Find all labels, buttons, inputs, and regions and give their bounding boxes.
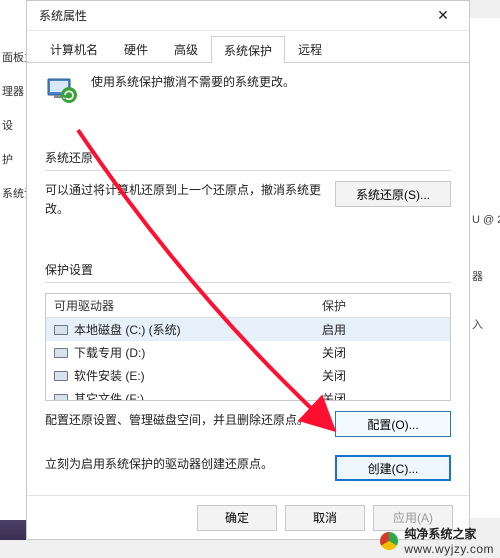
create-description: 立刻为启用系统保护的驱动器创建还原点。: [45, 455, 325, 474]
tab-hardware[interactable]: 硬件: [111, 35, 161, 62]
system-properties-dialog: 系统属性 ✕ 计算机名 硬件 高级 系统保护 远程 使用系统保护撤消不需要的系统…: [26, 0, 470, 540]
drive-icon: [54, 394, 68, 402]
watermark: 纯净系统之家 www.wyjzy.com: [380, 525, 494, 556]
drive-icon: [54, 325, 68, 335]
system-restore-button[interactable]: 系统还原(S)...: [335, 181, 451, 207]
watermark-url: www.wyjzy.com: [404, 542, 494, 556]
drive-icon: [54, 348, 68, 358]
tab-computer-name[interactable]: 计算机名: [37, 35, 111, 62]
intro-text: 使用系统保护撤消不需要的系统更改。: [91, 73, 295, 90]
restore-description: 可以通过将计算机还原到上一个还原点，撤消系统更改。: [45, 181, 325, 219]
tab-bar: 计算机名 硬件 高级 系统保护 远程: [27, 31, 469, 63]
tab-advanced[interactable]: 高级: [161, 35, 211, 62]
drive-row[interactable]: 软件安装 (E:) 关闭: [46, 364, 450, 387]
drive-list-header: 可用驱动器 保护: [46, 294, 450, 318]
section-label-restore: 系统还原: [45, 149, 451, 166]
tab-remote[interactable]: 远程: [285, 35, 335, 62]
watermark-logo-icon: [380, 532, 398, 550]
close-button[interactable]: ✕: [423, 2, 463, 30]
tab-system-protection[interactable]: 系统保护: [211, 36, 285, 63]
drive-list[interactable]: 可用驱动器 保护 本地磁盘 (C:) (系统) 启用 下载专用 (D:) 关闭 …: [45, 293, 451, 401]
background-left-strip: 面板主 理器 设 护 系统设 间 告与维: [0, 0, 26, 540]
section-label-protect: 保护设置: [45, 261, 451, 278]
configure-button[interactable]: 配置(O)...: [335, 411, 451, 437]
divider: [45, 282, 451, 283]
drive-row[interactable]: 下载专用 (D:) 关闭: [46, 341, 450, 364]
dialog-content: 使用系统保护撤消不需要的系统更改。 系统还原 可以通过将计算机还原到上一个还原点…: [27, 63, 469, 495]
close-icon: ✕: [437, 7, 449, 24]
system-restore-icon: [45, 73, 79, 107]
dialog-title: 系统属性: [39, 7, 87, 24]
watermark-brand: 纯净系统之家: [404, 525, 494, 542]
configure-description: 配置还原设置、管理磁盘空间，并且删除还原点。: [45, 411, 325, 430]
divider: [45, 170, 451, 171]
cancel-button[interactable]: 取消: [285, 505, 365, 531]
ok-button[interactable]: 确定: [197, 505, 277, 531]
drive-icon: [54, 371, 68, 381]
drive-row[interactable]: 本地磁盘 (C:) (系统) 启用: [46, 318, 450, 341]
titlebar: 系统属性 ✕: [27, 1, 469, 31]
drive-row[interactable]: 其它文件 (F:) 关闭: [46, 387, 450, 401]
intro-row: 使用系统保护撤消不需要的系统更改。: [45, 73, 451, 107]
background-right-strip: U @ 2.60 器 入: [470, 18, 500, 518]
create-button[interactable]: 创建(C)...: [335, 455, 451, 481]
